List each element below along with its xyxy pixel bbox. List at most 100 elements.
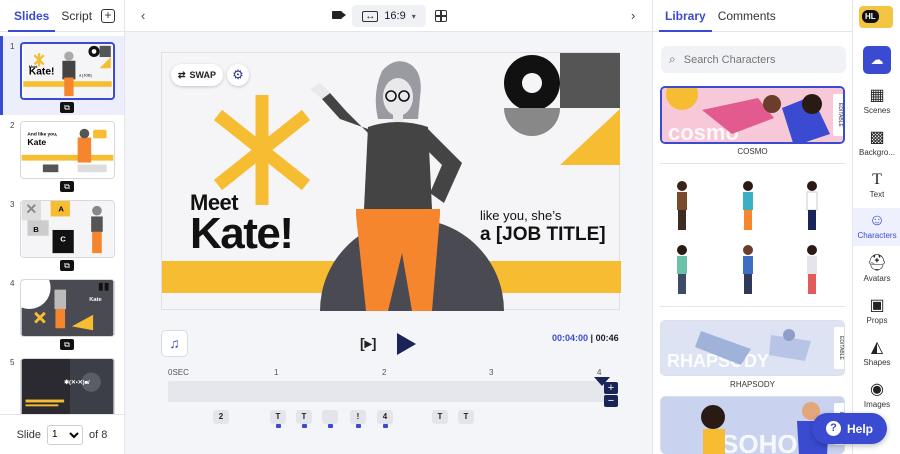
aspect-ratio-selector[interactable]: ↔ 16:9 ▾ — [352, 5, 426, 27]
job-title-text[interactable]: a [JOB TITLE] — [480, 224, 606, 246]
character-poses — [677, 181, 818, 294]
tab-slides[interactable]: Slides — [8, 0, 56, 32]
asterisk-shape — [213, 95, 311, 205]
svg-text:A: A — [58, 205, 64, 214]
scene-artwork — [162, 53, 621, 311]
rail-props[interactable]: ▣ Props — [853, 296, 900, 330]
pose-3 — [806, 181, 818, 230]
rail-images[interactable]: ◉ Images — [853, 380, 900, 414]
ruler-tick-3: 3 — [489, 368, 494, 377]
slide-preview: ✱(✕•✕)■/ — [20, 358, 115, 416]
character-card-cosmo[interactable]: cosmo EDITABLE — [660, 86, 845, 144]
divider — [660, 306, 845, 307]
divider — [660, 163, 845, 164]
pose-1 — [677, 181, 687, 230]
scene-link-icon[interactable]: ⧉ — [60, 339, 74, 350]
svg-text:Kate: Kate — [89, 297, 102, 303]
backgrounds-icon: ▩ — [869, 129, 885, 146]
zoom-in-icon[interactable]: + — [604, 382, 618, 394]
zoom-out-icon[interactable]: − — [604, 395, 618, 407]
slide-preview: And like you, Kate — [20, 121, 115, 179]
scene-link-icon[interactable]: ⧉ — [60, 260, 74, 271]
ruler-tick-4: 4 — [597, 368, 602, 377]
headline-name[interactable]: Kate! — [190, 209, 294, 259]
slide-thumbnail-3[interactable]: 3 A B C ⧉ — [0, 194, 124, 273]
video-camera-icon[interactable] — [332, 11, 346, 19]
slides-panel: Slides Script + 1 Kate! Meet a [JOB] ⧉ 2… — [0, 0, 125, 454]
timeline-marker[interactable]: 2 — [213, 410, 229, 424]
avatar-initials: HL — [862, 10, 879, 23]
rail-label: Characters — [857, 231, 897, 240]
svg-text:C: C — [60, 235, 66, 244]
timeline-marker[interactable]: T — [270, 410, 286, 428]
timeline-ruler: 0SEC 1 2 3 4 — [168, 368, 620, 378]
play-icon[interactable] — [397, 333, 416, 355]
rail-scenes[interactable]: ▦ Scenes — [853, 86, 900, 120]
help-button[interactable]: ? Help — [812, 413, 887, 444]
timeline-marker[interactable]: 4 — [377, 410, 393, 428]
timeline-marker[interactable] — [322, 410, 338, 428]
timeline-marker[interactable]: ! — [350, 410, 366, 424]
timeline-track[interactable] — [168, 381, 606, 402]
upload-cloud-icon[interactable]: ☁ — [863, 46, 891, 74]
slide-canvas[interactable]: ⇄ SWAP ⚙ Meet Kate! like you, she’s a [J… — [161, 52, 621, 311]
swap-button[interactable]: ⇄ SWAP — [171, 64, 223, 86]
slide-pager: Slide 1 of 8 — [0, 414, 124, 454]
rail-characters[interactable]: ☺ Characters — [853, 208, 900, 246]
editable-badge: EDITABLE — [833, 94, 843, 136]
add-slide-icon[interactable]: + — [101, 9, 115, 23]
tagline-text[interactable]: like you, she’s — [480, 208, 561, 223]
svg-text:B: B — [33, 225, 39, 234]
timeline-marker[interactable]: T — [432, 410, 448, 424]
tab-script[interactable]: Script — [55, 0, 98, 32]
rail-label: Shapes — [863, 358, 891, 367]
character-search[interactable]: ⌕ — [661, 46, 846, 73]
help-icon: ? — [825, 421, 841, 436]
slide-page-select[interactable]: 1 — [47, 424, 84, 445]
tab-comments[interactable]: Comments — [712, 0, 782, 32]
character-pose-grid[interactable] — [660, 172, 845, 300]
rail-text[interactable]: T Text — [853, 170, 900, 204]
slide-number: 5 — [10, 358, 15, 367]
avatars-icon: ⛑ — [866, 255, 888, 272]
grey-square — [560, 53, 620, 108]
gear-icon[interactable]: ⚙ — [227, 64, 249, 86]
scenes-icon: ▦ — [869, 87, 885, 104]
character-card-rhapsody[interactable]: RHAPSODY EDITABLE — [660, 320, 845, 376]
rail-shapes[interactable]: ◭ Shapes — [853, 338, 900, 372]
search-input[interactable] — [683, 53, 824, 66]
scene-link-icon[interactable]: ⧉ — [60, 181, 74, 192]
frame-preview-button[interactable]: [▸] — [360, 335, 376, 352]
chevron-right-icon[interactable]: › — [631, 8, 635, 23]
rail-backgrounds[interactable]: ▩ Backgro... — [853, 128, 900, 162]
svg-text:✱(✕•✕)■/: ✱(✕•✕)■/ — [64, 379, 90, 386]
yellow-triangle — [560, 109, 620, 165]
swap-label: SWAP — [189, 70, 217, 80]
slide-thumbnail-1[interactable]: 1 Kate! Meet a [JOB] ⧉ — [0, 36, 124, 115]
slide-thumbnail-2[interactable]: 2 And like you, Kate ⧉ — [0, 115, 124, 194]
images-icon: ◉ — [870, 381, 884, 398]
slide-thumbnail-4[interactable]: 4 Kate ⧉ — [0, 273, 124, 352]
ruler-tick-1: 1 — [274, 368, 279, 377]
time-display: 00:04:00 | 00:46 — [552, 333, 619, 343]
svg-text:Meet: Meet — [29, 65, 38, 69]
timeline-marker[interactable]: T — [458, 410, 474, 424]
timeline-marker[interactable]: T — [296, 410, 312, 428]
ruler-tick-2: 2 — [382, 368, 387, 377]
editable-badge: EDITABLE — [834, 327, 844, 369]
svg-text:Kate: Kate — [27, 137, 46, 147]
avatar[interactable]: HL — [859, 6, 893, 28]
grid-icon[interactable] — [435, 10, 447, 22]
scene-link-icon[interactable]: ⧉ — [60, 102, 74, 113]
rail-label: Props — [866, 316, 888, 325]
rail-avatars[interactable]: ⛑ Avatars — [853, 254, 900, 288]
rail-label: Images — [863, 400, 891, 409]
chevron-left-icon[interactable]: ‹ — [141, 8, 145, 23]
music-icon[interactable]: ♫ — [161, 330, 188, 357]
chevron-down-icon: ▾ — [411, 11, 416, 21]
tab-library[interactable]: Library — [659, 0, 712, 32]
cosmo-preview: cosmo — [662, 88, 843, 142]
pose-4 — [677, 245, 687, 294]
total-time: 00:46 — [595, 333, 619, 343]
slide-number: 4 — [10, 279, 15, 288]
